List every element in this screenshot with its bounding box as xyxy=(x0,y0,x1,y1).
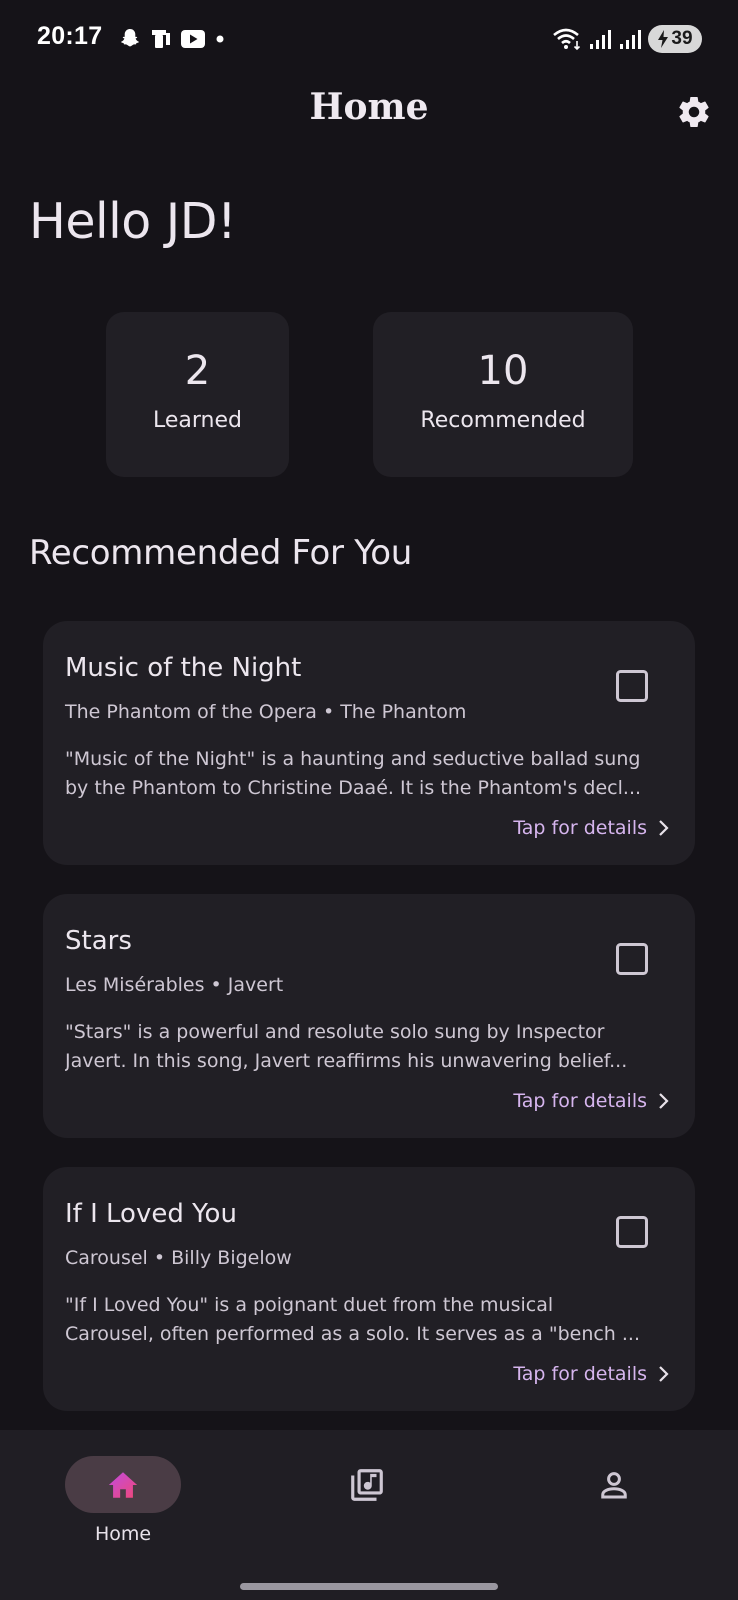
notification-icons xyxy=(118,25,227,53)
stat-label: Learned xyxy=(153,408,242,433)
tap-for-details-link[interactable]: Tap for details xyxy=(513,1090,671,1112)
nav-icon-container xyxy=(556,1456,672,1513)
song-description-line: Javert. In this song, Javert reaffirms h… xyxy=(65,1050,628,1072)
system-icons: 39 xyxy=(552,25,702,53)
song-description-line: "Music of the Night" is a haunting and s… xyxy=(65,748,641,770)
charging-bolt-icon xyxy=(658,30,669,48)
tap-for-details-label: Tap for details xyxy=(513,1090,647,1112)
nav-icon-container xyxy=(309,1456,425,1513)
song-description: "Music of the Night" is a haunting and s… xyxy=(65,745,675,803)
tap-for-details-link[interactable]: Tap for details xyxy=(513,817,671,839)
status-time: 20:17 xyxy=(37,22,103,50)
battery-level: 39 xyxy=(671,28,693,49)
page-title: Home xyxy=(309,86,429,128)
song-description: "If I Loved You" is a poignant duet from… xyxy=(65,1291,675,1349)
chevron-right-icon xyxy=(659,820,669,836)
home-icon xyxy=(108,1471,138,1498)
status-bar: 20:17 39 xyxy=(0,0,738,78)
tap-for-details-link[interactable]: Tap for details xyxy=(513,1363,671,1385)
learned-checkbox[interactable] xyxy=(614,668,650,704)
tap-for-details-label: Tap for details xyxy=(513,1363,647,1385)
chevron-right-icon xyxy=(659,1366,669,1382)
song-description-line: Carousel, often performed as a solo. It … xyxy=(65,1323,641,1345)
gear-icon xyxy=(679,97,709,127)
song-card[interactable]: Music of the Night The Phantom of the Op… xyxy=(43,621,695,865)
stat-card-recommended[interactable]: 10 Recommended xyxy=(373,312,633,477)
tap-for-details-label: Tap for details xyxy=(513,817,647,839)
signal-icon-2 xyxy=(620,30,641,49)
stat-value: 2 xyxy=(184,348,211,394)
chevron-right-icon xyxy=(659,1093,669,1109)
checkbox-outline-icon xyxy=(616,1216,648,1248)
device-icon xyxy=(152,30,170,48)
checkbox-outline-icon xyxy=(616,670,648,702)
battery-indicator: 39 xyxy=(648,25,702,53)
greeting-text: Hello JD! xyxy=(29,193,237,250)
song-title: Stars xyxy=(65,926,132,956)
signal-icon xyxy=(590,30,611,49)
song-title: Music of the Night xyxy=(65,653,302,683)
bottom-navigation: Home xyxy=(0,1430,738,1600)
nav-label-home: Home xyxy=(94,1523,152,1545)
stat-label: Recommended xyxy=(420,408,586,433)
stat-value: 10 xyxy=(477,348,529,394)
song-description-line: "If I Loved You" is a poignant duet from… xyxy=(65,1294,554,1316)
snapchat-icon xyxy=(121,29,139,47)
wifi-icon xyxy=(553,28,581,51)
section-title: Recommended For You xyxy=(29,533,412,573)
youtube-icon xyxy=(181,30,205,48)
song-title: If I Loved You xyxy=(65,1199,237,1229)
settings-button[interactable] xyxy=(674,92,714,132)
song-meta: Carousel • Billy Bigelow xyxy=(65,1247,292,1269)
song-description-line: by the Phantom to Christine Daaé. It is … xyxy=(65,777,642,799)
song-description: "Stars" is a powerful and resolute solo … xyxy=(65,1018,675,1076)
song-meta: Les Misérables • Javert xyxy=(65,974,284,996)
nav-item-home[interactable]: Home xyxy=(65,1456,181,1545)
song-description-line: "Stars" is a powerful and resolute solo … xyxy=(65,1021,605,1043)
stat-card-learned[interactable]: 2 Learned xyxy=(106,312,289,477)
song-meta: The Phantom of the Opera • The Phantom xyxy=(65,701,467,723)
learned-checkbox[interactable] xyxy=(614,941,650,977)
more-notifications-dot-icon xyxy=(216,35,224,43)
active-indicator xyxy=(65,1456,181,1513)
person-icon xyxy=(601,1471,627,1498)
nav-item-profile[interactable] xyxy=(556,1456,672,1513)
nav-item-library[interactable] xyxy=(309,1456,425,1513)
library-music-icon xyxy=(351,1468,383,1501)
song-card[interactable]: If I Loved You Carousel • Billy Bigelow … xyxy=(43,1167,695,1411)
learned-checkbox[interactable] xyxy=(614,1214,650,1250)
song-card[interactable]: Stars Les Misérables • Javert "Stars" is… xyxy=(43,894,695,1138)
checkbox-outline-icon xyxy=(616,943,648,975)
gesture-handle[interactable] xyxy=(240,1583,498,1590)
